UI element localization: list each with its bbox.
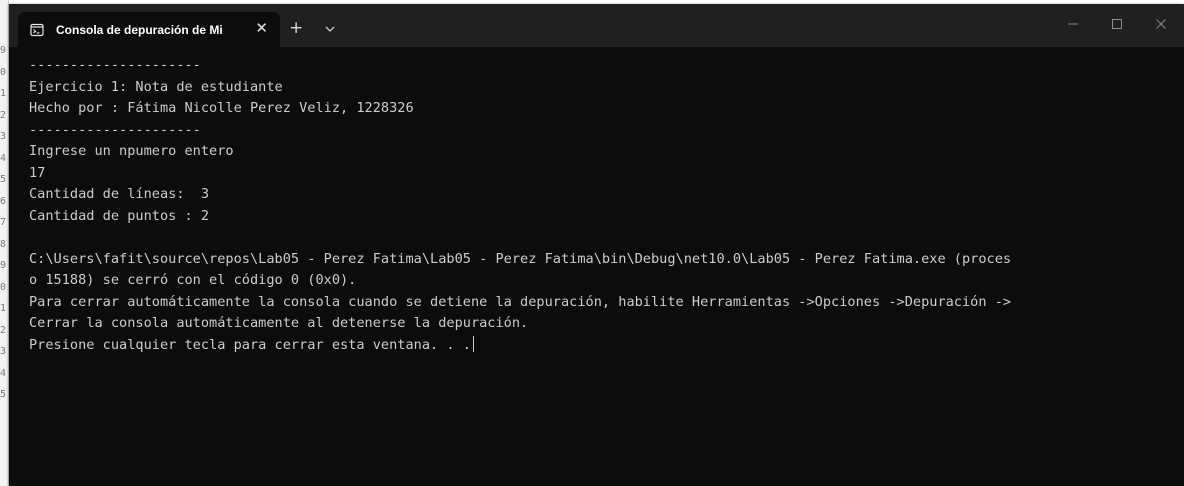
line-number: 0 (0, 66, 7, 78)
console-line: Presione cualquier tecla para cerrar est… (29, 336, 471, 353)
line-number: 9 (0, 45, 7, 56)
editor-line-numbers: 9 0 1 2 3 4 5 6 7 8 9 0 1 2 3 4 5 (0, 40, 8, 406)
console-line: C:\Users\fafit\source\repos\Lab05 - Pere… (29, 250, 1012, 267)
close-tab-button[interactable]: ✕ (255, 21, 268, 36)
title-bar[interactable]: Consola de depuración de Mi ✕ + (9, 4, 1184, 47)
line-number: 1 (0, 88, 7, 99)
line-number: 4 (0, 367, 7, 379)
line-number: 5 (0, 174, 7, 185)
console-line: o 15188) se cerró con el código 0 (0x0). (29, 272, 357, 288)
minimize-icon[interactable] (1066, 17, 1080, 31)
line-number: 0 (0, 281, 7, 293)
line-number: 4 (0, 152, 7, 164)
close-icon[interactable] (1154, 17, 1168, 31)
console-line: --------------------- (29, 121, 201, 138)
console-output[interactable]: --------------------- Ejercicio 1: Nota d… (9, 47, 1184, 486)
maximize-icon[interactable] (1110, 17, 1124, 31)
line-number: 6 (0, 195, 7, 207)
tab-debug-console[interactable]: Consola de depuración de Mi ✕ (18, 12, 280, 47)
console-line: 17 (29, 164, 46, 181)
console-line: Para cerrar automáticamente la consola c… (29, 293, 1012, 310)
terminal-icon (30, 23, 44, 37)
line-number: 8 (0, 238, 7, 250)
line-number: 9 (0, 260, 7, 271)
console-prompt-line: Presione cualquier tecla para cerrar est… (29, 335, 1184, 357)
console-line: Cerrar la consola automáticamente al det… (29, 315, 529, 331)
line-number: 5 (0, 389, 7, 400)
chevron-down-icon[interactable] (323, 21, 337, 35)
console-line: Hecho por : Fátima Nicolle Perez Veliz, … (29, 100, 414, 116)
terminal-window: Consola de depuración de Mi ✕ + --------… (9, 4, 1184, 486)
text-cursor (472, 335, 474, 352)
console-line: Ingrese un npumero entero (29, 143, 234, 159)
line-number: 3 (0, 346, 7, 357)
background-editor-strip: 9 0 1 2 3 4 5 6 7 8 9 0 1 2 3 4 5 (0, 0, 9, 486)
tab-title: Consola de depuración de Mi (56, 22, 223, 37)
line-number: 2 (0, 109, 7, 121)
console-line: --------------------- (29, 57, 201, 73)
line-number: 2 (0, 324, 7, 336)
console-line: Cantidad de puntos : 2 (29, 207, 210, 224)
console-line: Ejercicio 1: Nota de estudiante (29, 78, 283, 95)
new-tab-button[interactable]: + (289, 20, 303, 37)
line-number: 1 (0, 303, 7, 314)
desktop: 9 0 1 2 3 4 5 6 7 8 9 0 1 2 3 4 5 Consol… (0, 0, 1184, 486)
console-line: Cantidad de líneas: 3 (29, 186, 210, 202)
line-number: 7 (0, 217, 7, 228)
line-number: 3 (0, 131, 7, 142)
